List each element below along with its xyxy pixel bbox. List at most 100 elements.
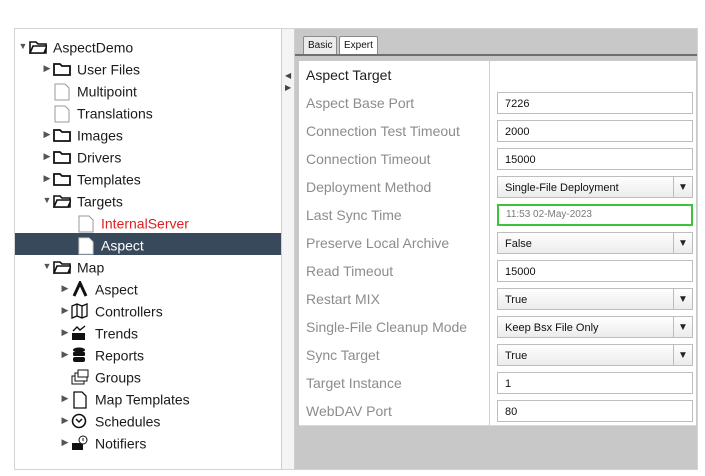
expand-arrow-icon[interactable]: ▶ — [59, 409, 71, 431]
tab-expert[interactable]: Expert — [339, 36, 378, 55]
tree-item-templates[interactable]: ▶ Templates — [41, 167, 141, 189]
panel-splitter[interactable]: ◀ ▶ — [282, 29, 295, 469]
folder-icon — [53, 127, 71, 143]
read-timeout-field[interactable]: 15000 — [497, 260, 693, 282]
folder-open-icon — [29, 39, 47, 55]
property-row: Deployment Method Single-File Deployment… — [299, 173, 696, 202]
expand-arrow-icon[interactable]: ▶ — [41, 167, 53, 189]
dropdown-arrow-icon[interactable]: ▼ — [673, 177, 692, 197]
file-icon — [77, 237, 95, 255]
expand-arrow-icon[interactable]: ▶ — [59, 343, 71, 365]
tree-item-map[interactable]: ▼ Map — [41, 255, 105, 277]
connection-test-timeout-field[interactable]: 2000 — [497, 120, 693, 142]
collapse-left-icon[interactable]: ◀ — [285, 71, 291, 80]
file-icon — [53, 83, 71, 101]
property-row: Target Instance 1 — [299, 369, 696, 398]
tree-item-trends[interactable]: ▶ Trends — [59, 321, 139, 343]
tree-item-groups[interactable]: Groups — [71, 365, 141, 387]
dropdown-arrow-icon[interactable]: ▼ — [673, 289, 692, 309]
property-row: Connection Timeout 15000 — [299, 145, 696, 174]
cleanup-mode-select[interactable]: Keep Bsx File Only ▼ — [497, 316, 693, 338]
property-group-header: Aspect Target — [299, 61, 490, 89]
dropdown-arrow-icon[interactable]: ▼ — [673, 345, 692, 365]
tree-item-aspect-target-selected[interactable]: Aspect — [15, 233, 281, 255]
tree-item-drivers[interactable]: ▶ Drivers — [41, 145, 122, 167]
collapse-right-icon[interactable]: ▶ — [285, 83, 291, 92]
tree-item-targets[interactable]: ▼ Targets — [41, 189, 123, 211]
property-row: Sync Target True ▼ — [299, 341, 696, 370]
folder-open-icon — [53, 259, 71, 275]
collapse-arrow-icon[interactable]: ▼ — [17, 35, 29, 57]
tree-item-images[interactable]: ▶ Images — [41, 123, 123, 145]
property-row: Connection Test Timeout 2000 — [299, 117, 696, 146]
tree-item-internalserver[interactable]: InternalServer — [77, 211, 189, 233]
tree-item-controllers[interactable]: ▶ Controllers — [59, 299, 163, 321]
properties-panel: Basic Expert Aspect Target Aspect Base P… — [295, 29, 697, 469]
tree-item-label: Aspect — [95, 281, 138, 298]
target-instance-field[interactable]: 1 — [497, 372, 693, 394]
tree-item-aspectdemo[interactable]: ▼ AspectDemo — [17, 35, 134, 57]
folder-icon — [53, 171, 71, 187]
tree-item-label: Drivers — [77, 149, 122, 166]
file-icon — [53, 105, 71, 123]
expand-arrow-icon[interactable]: ▶ — [59, 321, 71, 343]
aspect-base-port-field[interactable]: 7226 — [497, 92, 693, 114]
property-name: Connection Test Timeout — [299, 117, 490, 145]
property-name: Aspect Base Port — [299, 89, 490, 117]
tree-item-label: InternalServer — [101, 215, 189, 232]
database-icon — [71, 347, 89, 363]
tree-item-schedules[interactable]: ▶ Schedules — [59, 409, 161, 431]
expand-arrow-icon[interactable]: ▶ — [41, 123, 53, 145]
tree-item-label: Map Templates — [95, 391, 190, 408]
connection-timeout-field[interactable]: 15000 — [497, 148, 693, 170]
select-value: True — [505, 350, 528, 362]
sync-target-select[interactable]: True ▼ — [497, 344, 693, 366]
dropdown-arrow-icon[interactable]: ▼ — [673, 233, 692, 253]
trends-icon — [71, 325, 89, 341]
property-name: Deployment Method — [299, 173, 490, 201]
last-sync-time-field[interactable]: 11:53 02-May-2023 — [497, 204, 693, 226]
preserve-local-archive-select[interactable]: False ▼ — [497, 232, 693, 254]
expand-arrow-icon[interactable]: ▶ — [59, 431, 71, 453]
groups-icon — [71, 369, 89, 385]
tab-basic[interactable]: Basic — [303, 36, 338, 55]
property-row: Aspect Base Port 7226 — [299, 89, 696, 118]
tree-item-notifiers[interactable]: ▶ Notifiers — [59, 431, 147, 453]
property-row: Read Timeout 15000 — [299, 257, 696, 286]
dropdown-arrow-icon[interactable]: ▼ — [673, 317, 692, 337]
property-row: Preserve Local Archive False ▼ — [299, 229, 696, 258]
deployment-method-select[interactable]: Single-File Deployment ▼ — [497, 176, 693, 198]
tree-item-label: Schedules — [95, 413, 161, 430]
file-icon — [77, 215, 95, 233]
aspect-logo-icon — [71, 281, 89, 297]
tree-item-label: Aspect — [101, 237, 144, 254]
tree-item-label: Translations — [77, 105, 153, 122]
webdav-port-field[interactable]: 80 — [497, 400, 693, 422]
collapse-arrow-icon[interactable]: ▼ — [41, 255, 53, 277]
tree-item-label: Multipoint — [77, 83, 137, 100]
property-name: Target Instance — [299, 369, 490, 397]
property-name: Restart MIX — [299, 285, 490, 313]
tree-item-user-files[interactable]: ▶ User Files — [41, 57, 140, 79]
tree-item-translations[interactable]: Translations — [53, 101, 153, 123]
expand-arrow-icon[interactable]: ▶ — [41, 57, 53, 79]
property-name: Sync Target — [299, 341, 490, 369]
tree-item-label: Images — [77, 127, 123, 144]
tree-item-label: AspectDemo — [53, 39, 134, 56]
expand-arrow-icon[interactable]: ▶ — [59, 277, 71, 299]
select-value: Keep Bsx File Only — [505, 322, 599, 334]
restart-mix-select[interactable]: True ▼ — [497, 288, 693, 310]
select-value: Single-File Deployment — [505, 182, 619, 194]
tree-item-label: Notifiers — [95, 435, 147, 452]
tree-item-map-templates[interactable]: ▶ Map Templates — [59, 387, 190, 409]
property-name: Single-File Cleanup Mode — [299, 313, 490, 341]
tree-item-reports[interactable]: ▶ Reports — [59, 343, 145, 365]
collapse-arrow-icon[interactable]: ▼ — [41, 189, 53, 211]
tree-item-map-aspect[interactable]: ▶ Aspect — [59, 277, 138, 299]
expand-arrow-icon[interactable]: ▶ — [41, 145, 53, 167]
expand-arrow-icon[interactable]: ▶ — [59, 299, 71, 321]
tree-item-multipoint[interactable]: Multipoint — [53, 79, 137, 101]
tree-item-label: Targets — [77, 193, 123, 210]
expand-arrow-icon[interactable]: ▶ — [59, 387, 71, 409]
select-value: True — [505, 294, 528, 306]
